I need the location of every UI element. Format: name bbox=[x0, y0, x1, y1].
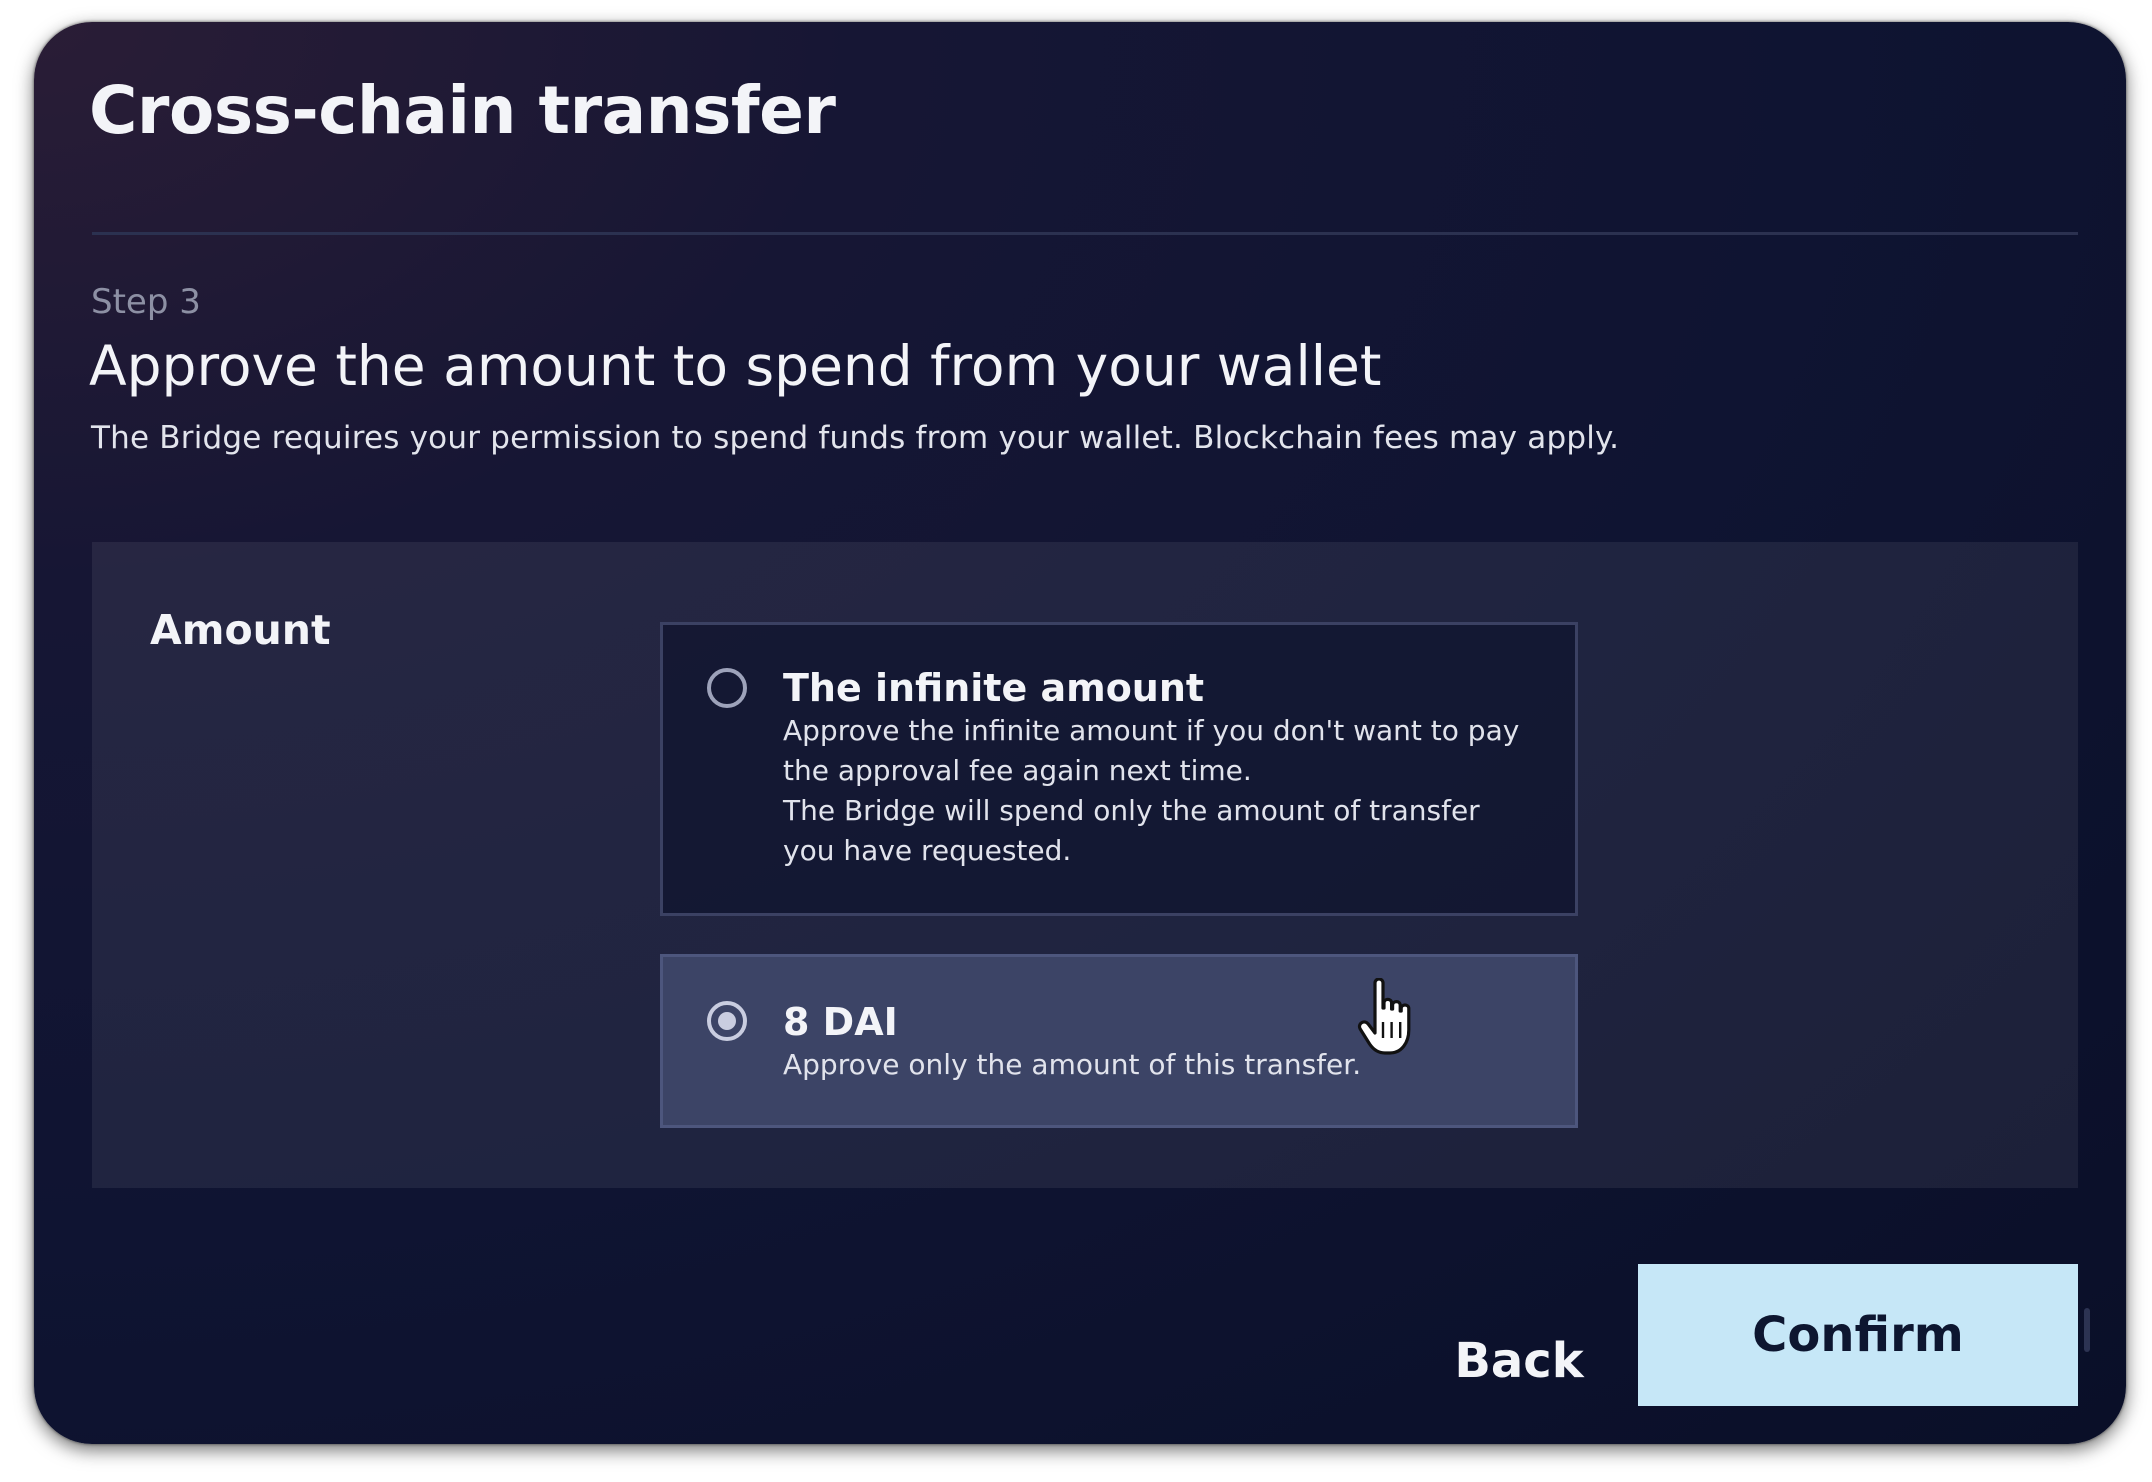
amount-panel: Amount The infinite amount Approve the i… bbox=[92, 542, 2078, 1188]
exact-amount-radio[interactable] bbox=[707, 1001, 747, 1041]
amount-label: Amount bbox=[150, 606, 331, 654]
confirm-button[interactable]: Confirm bbox=[1638, 1264, 2078, 1406]
infinite-amount-description-line-3: The Bridge will spend only the amount of… bbox=[783, 794, 1480, 827]
infinite-amount-option[interactable]: The infinite amount Approve the infinite… bbox=[660, 622, 1578, 916]
infinite-amount-text: The infinite amount Approve the infinite… bbox=[783, 665, 1535, 871]
exact-amount-title: 8 DAI bbox=[783, 1000, 898, 1044]
dialog-title: Cross-chain transfer bbox=[89, 72, 836, 149]
hand-pointer-icon bbox=[1357, 978, 1411, 1055]
infinite-amount-description-line-2: the approval fee again next time. bbox=[783, 754, 1252, 787]
infinite-amount-radio[interactable] bbox=[707, 668, 747, 708]
radio-selected-dot bbox=[718, 1012, 736, 1030]
exact-amount-description: Approve only the amount of this transfer… bbox=[783, 1048, 1362, 1081]
back-button[interactable]: Back bbox=[1424, 1294, 1614, 1428]
cross-chain-transfer-dialog: Cross-chain transfer Step 3 Approve the … bbox=[34, 22, 2126, 1444]
exact-amount-text: 8 DAI Approve only the amount of this tr… bbox=[783, 999, 1535, 1085]
step-label: Step 3 bbox=[91, 282, 201, 322]
title-divider bbox=[92, 232, 2078, 235]
exact-amount-option[interactable]: 8 DAI Approve only the amount of this tr… bbox=[660, 954, 1578, 1128]
step-description: The Bridge requires your permission to s… bbox=[91, 420, 1620, 456]
infinite-amount-title: The infinite amount bbox=[783, 666, 1205, 710]
scrollbar-hint bbox=[2084, 1308, 2090, 1352]
step-heading: Approve the amount to spend from your wa… bbox=[89, 334, 1382, 398]
infinite-amount-description-line-1: Approve the infinite amount if you don't… bbox=[783, 714, 1520, 747]
infinite-amount-description-line-4: you have requested. bbox=[783, 834, 1072, 867]
